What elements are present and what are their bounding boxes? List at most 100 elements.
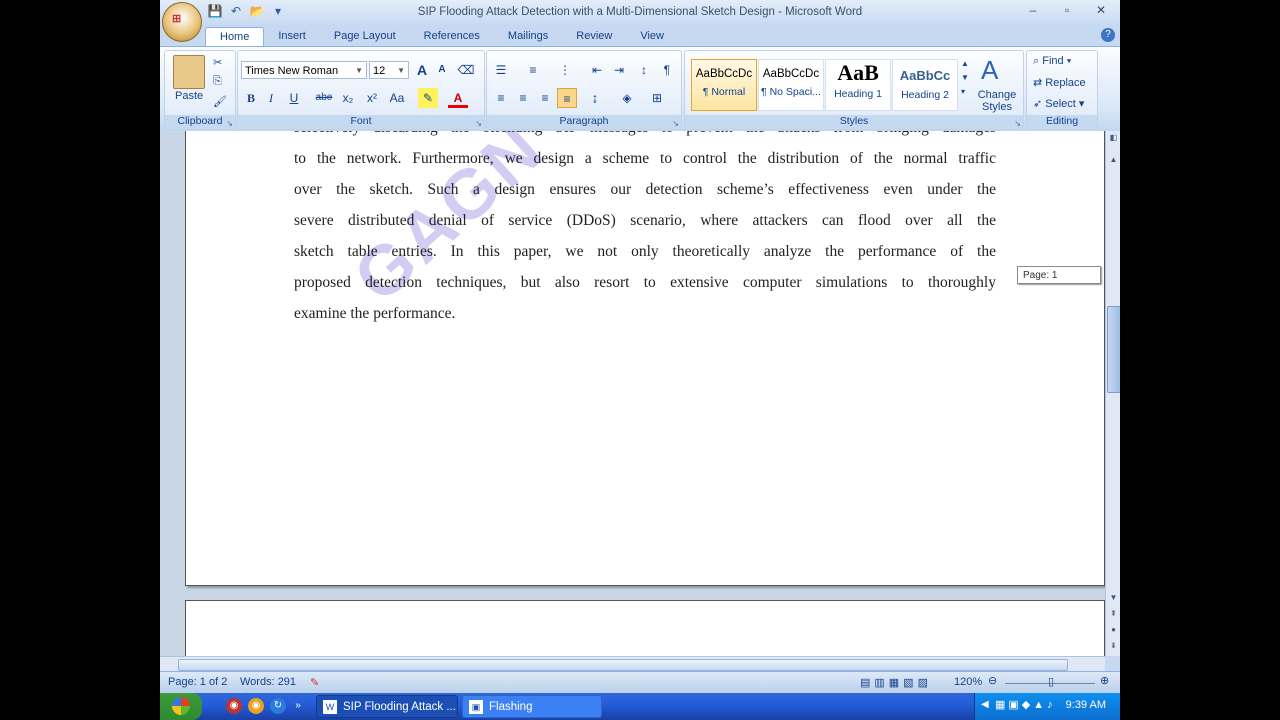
borders-icon[interactable]: ⊞ bbox=[647, 88, 667, 108]
styles-launcher-icon[interactable]: ↘ bbox=[1014, 119, 1021, 128]
document-page[interactable]: GAGN selectively discarding the offendin… bbox=[185, 131, 1105, 586]
view-buttons-icon[interactable]: ▤▥▦▧▨ bbox=[860, 676, 932, 689]
previous-page-icon[interactable]: ⇞ bbox=[1108, 609, 1119, 621]
clear-formatting-icon[interactable]: ⌫ bbox=[456, 60, 476, 80]
line-spacing-icon[interactable]: ↨ bbox=[585, 88, 605, 108]
paste-icon[interactable] bbox=[173, 55, 205, 89]
tray-expand-icon[interactable]: ◀ bbox=[981, 699, 989, 710]
align-center-icon[interactable]: ≡ bbox=[513, 88, 533, 108]
find-button[interactable]: ⌕ Find ▾ bbox=[1033, 55, 1071, 68]
horizontal-scrollbar[interactable] bbox=[160, 656, 1105, 671]
document-page-2[interactable] bbox=[185, 600, 1105, 656]
increase-indent-icon[interactable]: ⇥ bbox=[609, 60, 629, 80]
chrome-icon[interactable]: ◉ bbox=[248, 698, 264, 714]
strikethrough-button[interactable]: abe bbox=[314, 88, 334, 108]
vertical-scroll-thumb[interactable] bbox=[1107, 306, 1120, 393]
shading-icon[interactable]: ◈ bbox=[617, 88, 637, 108]
italic-button[interactable]: I bbox=[261, 88, 281, 108]
show-marks-icon[interactable]: ¶ bbox=[657, 60, 677, 80]
font-name-select[interactable]: Times New Roman ▼ bbox=[241, 61, 367, 79]
underline-button[interactable]: U bbox=[284, 88, 304, 108]
document-area[interactable]: GAGN selectively discarding the offendin… bbox=[160, 131, 1105, 656]
tab-references[interactable]: References bbox=[410, 27, 494, 46]
zoom-slider-thumb[interactable]: ▯ bbox=[1048, 675, 1054, 688]
clock[interactable]: 9:39 AM bbox=[1066, 699, 1106, 711]
format-painter-icon[interactable]: 🖌 bbox=[213, 95, 227, 108]
zoom-level[interactable]: 120% bbox=[954, 676, 982, 688]
customize-qat-icon[interactable]: ▾ bbox=[269, 4, 287, 20]
styles-scroll-icon[interactable]: ▲ ▼ ▾ bbox=[961, 57, 969, 99]
paragraph-launcher-icon[interactable]: ↘ bbox=[672, 119, 679, 128]
office-logo-icon: ⊞ bbox=[172, 13, 182, 25]
style-name: ¶ Normal bbox=[702, 86, 746, 98]
style-heading-1[interactable]: AaB Heading 1 bbox=[825, 59, 891, 111]
body-text[interactable]: selectively discarding the offending SIP… bbox=[294, 131, 996, 329]
browse-object-icon[interactable]: ● bbox=[1108, 625, 1119, 637]
highlight-icon[interactable]: ✎ bbox=[418, 88, 438, 108]
open-folder-icon[interactable]: 📂 bbox=[248, 4, 266, 20]
grow-font-button[interactable]: A bbox=[412, 60, 432, 80]
change-styles-button[interactable]: Change Styles bbox=[975, 89, 1019, 113]
style-no-spacing[interactable]: AaBbCcDc ¶ No Spaci... bbox=[758, 59, 824, 111]
start-button[interactable] bbox=[160, 693, 202, 720]
select-button[interactable]: ➶ Select ▾ bbox=[1033, 97, 1084, 110]
sort-icon[interactable]: ↕ bbox=[634, 60, 654, 80]
tab-mailings[interactable]: Mailings bbox=[494, 27, 562, 46]
clipboard-label: Clipboard bbox=[165, 115, 235, 129]
quicklaunch-app-icon[interactable]: ◉ bbox=[226, 698, 242, 714]
office-button[interactable]: ⊞ bbox=[162, 2, 202, 42]
next-page-icon[interactable]: ⇟ bbox=[1108, 641, 1119, 653]
refresh-icon[interactable]: ↻ bbox=[270, 698, 286, 714]
change-styles-icon[interactable]: A bbox=[981, 55, 998, 86]
superscript-button[interactable]: x² bbox=[362, 88, 382, 108]
cut-icon[interactable]: ✂ bbox=[213, 56, 222, 69]
style-heading-2[interactable]: AaBbCc Heading 2 bbox=[892, 59, 958, 111]
save-icon[interactable]: 💾 bbox=[206, 4, 224, 20]
vertical-scrollbar[interactable]: ◧ ▲ ▼ ⇞ ● ⇟ bbox=[1105, 131, 1120, 656]
tab-home[interactable]: Home bbox=[205, 27, 265, 47]
scroll-down-icon[interactable]: ▼ bbox=[1108, 593, 1119, 605]
horizontal-scroll-thumb[interactable] bbox=[178, 659, 1068, 671]
undo-icon[interactable]: ↶ bbox=[227, 4, 245, 20]
align-right-icon[interactable]: ≡ bbox=[535, 88, 555, 108]
tab-page-layout[interactable]: Page Layout bbox=[320, 27, 410, 46]
taskbar-item-flashing[interactable]: ▣ Flashing bbox=[462, 695, 602, 718]
decrease-indent-icon[interactable]: ⇤ bbox=[587, 60, 607, 80]
replace-button[interactable]: ⇄ Replace bbox=[1033, 76, 1086, 89]
scroll-up-icon[interactable]: ▲ bbox=[1108, 155, 1119, 167]
bold-button[interactable]: B bbox=[241, 88, 261, 108]
maximize-button[interactable]: ▫ bbox=[1054, 3, 1080, 17]
taskbar-item-word[interactable]: W SIP Flooding Attack ... bbox=[316, 695, 458, 718]
multilevel-list-icon[interactable]: ⋮ bbox=[555, 60, 575, 80]
justify-icon[interactable]: ≡ bbox=[557, 88, 577, 108]
font-size-select[interactable]: 12 ▼ bbox=[369, 61, 409, 79]
close-button[interactable]: ✕ bbox=[1088, 3, 1114, 17]
align-left-icon[interactable]: ≡ bbox=[491, 88, 511, 108]
shrink-font-button[interactable]: A bbox=[432, 60, 452, 80]
help-icon[interactable]: ? bbox=[1101, 28, 1115, 42]
tab-review[interactable]: Review bbox=[562, 27, 626, 46]
font-launcher-icon[interactable]: ↘ bbox=[475, 119, 482, 128]
tab-insert[interactable]: Insert bbox=[264, 27, 320, 46]
taskbar-item-label: Flashing bbox=[489, 701, 533, 713]
ruler-toggle-icon[interactable]: ◧ bbox=[1108, 133, 1119, 145]
proofing-icon[interactable]: ✎ bbox=[310, 676, 319, 689]
subscript-button[interactable]: x₂ bbox=[338, 88, 358, 108]
numbering-icon[interactable]: ≡ bbox=[523, 60, 543, 80]
font-color-icon[interactable]: A bbox=[448, 88, 468, 108]
change-case-button[interactable]: Aa bbox=[387, 88, 407, 108]
page-count[interactable]: Page: 1 of 2 bbox=[168, 676, 227, 688]
tray-icons[interactable]: ▦▣◆▲♪ bbox=[995, 698, 1056, 711]
minimize-button[interactable]: – bbox=[1020, 3, 1046, 17]
zoom-in-icon[interactable]: ⊕ bbox=[1100, 674, 1109, 687]
copy-icon[interactable]: ⎘ bbox=[213, 75, 222, 88]
style-normal[interactable]: AaBbCcDc ¶ Normal bbox=[691, 59, 757, 111]
tab-view[interactable]: View bbox=[626, 27, 678, 46]
more-quicklaunch-icon[interactable]: » bbox=[292, 698, 304, 714]
zoom-out-icon[interactable]: ⊖ bbox=[988, 674, 997, 687]
bullets-icon[interactable]: ☰ bbox=[491, 60, 511, 80]
word-count[interactable]: Words: 291 bbox=[240, 676, 296, 688]
style-name: Heading 2 bbox=[901, 89, 949, 101]
clipboard-launcher-icon[interactable]: ↘ bbox=[226, 119, 233, 128]
paste-button[interactable]: Paste bbox=[175, 90, 203, 102]
